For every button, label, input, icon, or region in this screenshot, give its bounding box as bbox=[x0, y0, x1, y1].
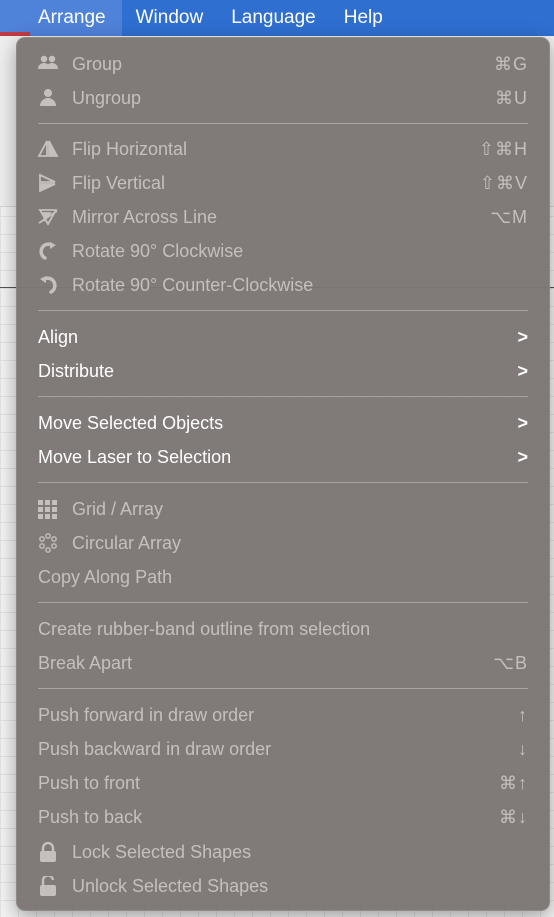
menu-item-unlock-shapes[interactable]: Unlock Selected Shapes bbox=[16, 869, 550, 903]
menu-item-break-apart[interactable]: Break Apart ⌥B bbox=[16, 646, 550, 680]
separator bbox=[38, 396, 528, 397]
menu-item-label: Mirror Across Line bbox=[72, 207, 218, 227]
shortcut: ⌘G bbox=[493, 54, 528, 74]
ungroup-icon bbox=[37, 88, 59, 108]
shortcut: ↑ bbox=[518, 705, 528, 725]
menu-item-label: Unlock Selected Shapes bbox=[72, 876, 269, 896]
shortcut: ⇧⌘H bbox=[478, 139, 528, 159]
group-icon bbox=[37, 54, 59, 74]
menu-item-push-to-back[interactable]: Push to back ⌘↓ bbox=[16, 800, 550, 834]
menu-item-align[interactable]: Align > bbox=[16, 320, 550, 354]
shortcut: ⌘↑ bbox=[499, 773, 528, 793]
rotate-ccw-icon bbox=[37, 275, 59, 295]
shortcut: ⇧⌘V bbox=[479, 173, 528, 193]
arrange-menu: Group ⌘G Ungroup ⌘U Flip Horizontal ⇧⌘H … bbox=[16, 37, 550, 911]
menu-item-label: Flip Horizontal bbox=[72, 139, 188, 159]
menu-item-flip-vertical[interactable]: Flip Vertical ⇧⌘V bbox=[16, 166, 550, 200]
menu-item-label: Flip Vertical bbox=[72, 173, 166, 193]
menubar-window[interactable]: Window bbox=[122, 0, 218, 36]
menu-bar: Arrange Window Language Help bbox=[0, 0, 554, 36]
shortcut: ⌘↓ bbox=[499, 807, 528, 827]
shortcut: ⌥M bbox=[490, 207, 528, 227]
menu-item-label: Push backward in draw order bbox=[38, 739, 272, 759]
menu-item-label: Grid / Array bbox=[72, 499, 164, 519]
chevron-right-icon: > bbox=[517, 447, 528, 467]
menu-item-label: Group bbox=[72, 54, 123, 74]
menu-item-label: Circular Array bbox=[72, 533, 182, 553]
menu-item-label: Align bbox=[38, 327, 79, 347]
menu-item-grid-array[interactable]: Grid / Array bbox=[16, 492, 550, 526]
chevron-right-icon: > bbox=[517, 413, 528, 433]
menu-item-label: Push to front bbox=[38, 773, 141, 793]
shortcut: ⌥B bbox=[493, 653, 528, 673]
menu-item-ungroup[interactable]: Ungroup ⌘U bbox=[16, 81, 550, 115]
menu-item-label: Break Apart bbox=[38, 653, 133, 673]
menu-item-label: Copy Along Path bbox=[38, 567, 173, 587]
menu-item-push-backward[interactable]: Push backward in draw order ↓ bbox=[16, 732, 550, 766]
separator bbox=[38, 123, 528, 124]
circular-array-icon bbox=[37, 533, 59, 553]
grid-icon bbox=[37, 499, 59, 519]
menu-item-label: Move Selected Objects bbox=[38, 413, 224, 433]
menu-item-group[interactable]: Group ⌘G bbox=[16, 47, 550, 81]
menu-item-rotate-ccw[interactable]: Rotate 90° Counter-Clockwise bbox=[16, 268, 550, 302]
flip-vertical-icon bbox=[37, 173, 59, 193]
menu-item-move-selected-objects[interactable]: Move Selected Objects > bbox=[16, 406, 550, 440]
menu-item-rubber-band-outline[interactable]: Create rubber-band outline from selectio… bbox=[16, 612, 550, 646]
separator bbox=[38, 310, 528, 311]
menu-item-lock-shapes[interactable]: Lock Selected Shapes bbox=[16, 835, 550, 869]
menu-item-mirror-across-line[interactable]: Mirror Across Line ⌥M bbox=[16, 200, 550, 234]
menu-item-move-laser[interactable]: Move Laser to Selection > bbox=[16, 440, 550, 474]
menu-item-push-forward[interactable]: Push forward in draw order ↑ bbox=[16, 698, 550, 732]
chevron-right-icon: > bbox=[517, 327, 528, 347]
menu-item-label: Ungroup bbox=[72, 88, 142, 108]
menubar-language[interactable]: Language bbox=[217, 0, 330, 36]
menu-item-push-to-front[interactable]: Push to front ⌘↑ bbox=[16, 766, 550, 800]
menu-item-label: Rotate 90° Clockwise bbox=[72, 241, 244, 261]
app-accent bbox=[0, 32, 30, 36]
shortcut: ↓ bbox=[518, 739, 528, 759]
menu-item-rotate-cw[interactable]: Rotate 90° Clockwise bbox=[16, 234, 550, 268]
flip-horizontal-icon bbox=[37, 139, 59, 159]
menu-item-distribute[interactable]: Distribute > bbox=[16, 354, 550, 388]
menu-item-circular-array[interactable]: Circular Array bbox=[16, 526, 550, 560]
mirror-icon bbox=[37, 207, 59, 227]
menu-item-label: Push forward in draw order bbox=[38, 705, 255, 725]
menu-item-copy-along-path[interactable]: Copy Along Path bbox=[16, 560, 550, 594]
menu-item-label: Push to back bbox=[38, 807, 143, 827]
rotate-cw-icon bbox=[37, 241, 59, 261]
menu-item-label: Move Laser to Selection bbox=[38, 447, 232, 467]
separator bbox=[38, 688, 528, 689]
lock-icon bbox=[37, 842, 59, 862]
menu-item-label: Lock Selected Shapes bbox=[72, 842, 252, 862]
menu-item-flip-horizontal[interactable]: Flip Horizontal ⇧⌘H bbox=[16, 132, 550, 166]
menubar-arrange[interactable]: Arrange bbox=[0, 0, 122, 36]
menu-item-label: Rotate 90° Counter-Clockwise bbox=[72, 275, 314, 295]
separator bbox=[38, 602, 528, 603]
menu-item-label: Distribute bbox=[38, 361, 115, 381]
separator bbox=[38, 482, 528, 483]
shortcut: ⌘U bbox=[495, 88, 528, 108]
menu-item-label: Create rubber-band outline from selectio… bbox=[38, 619, 371, 639]
menubar-help[interactable]: Help bbox=[330, 0, 397, 36]
chevron-right-icon: > bbox=[517, 361, 528, 381]
unlock-icon bbox=[37, 876, 59, 896]
